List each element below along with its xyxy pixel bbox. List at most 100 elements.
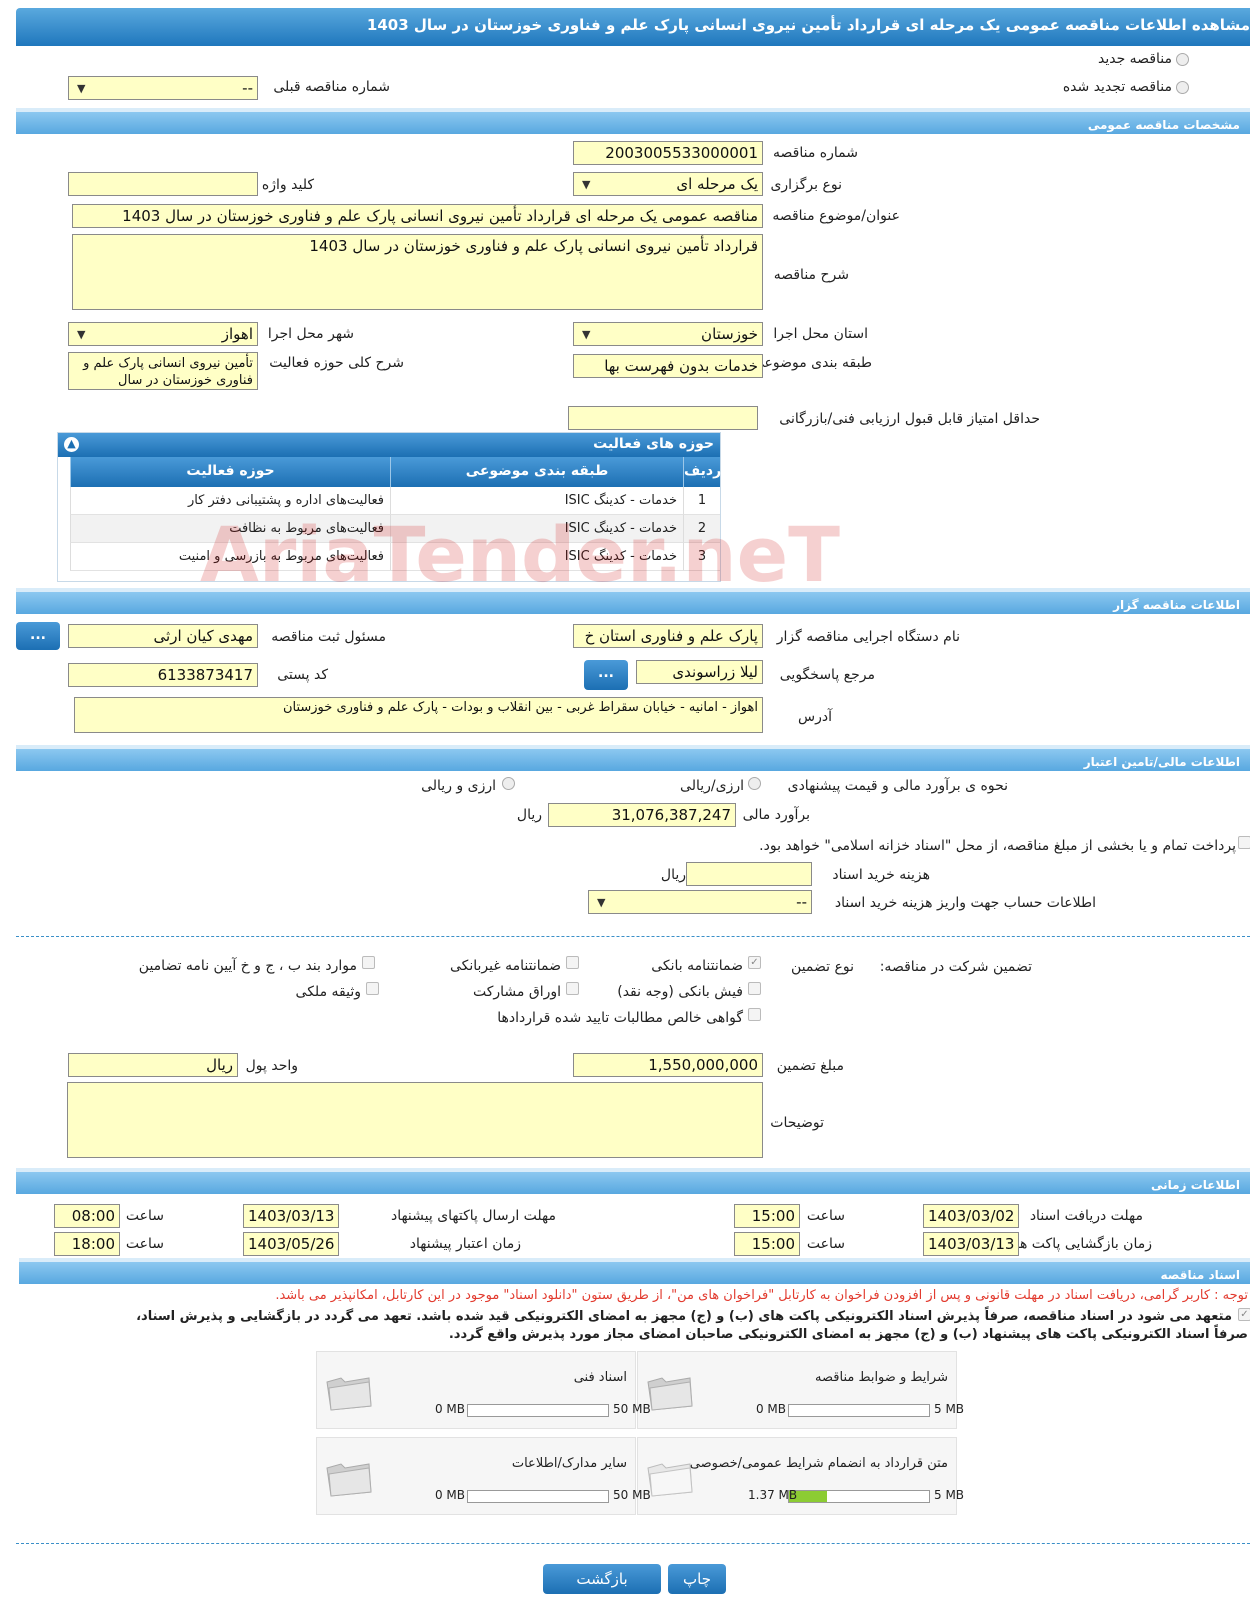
document-card[interactable]: متن قرارداد به انضمام شرایط عمومی/خصوصی … <box>637 1437 964 1515</box>
min-score-field[interactable] <box>568 406 758 430</box>
divider <box>16 1543 1250 1544</box>
postal-code-field[interactable]: 6133873417 <box>68 663 258 687</box>
clauses-checkbox[interactable] <box>362 956 375 969</box>
document-card[interactable]: سایر مدارک/اطلاعات 50 MB 0 MB <box>316 1437 651 1515</box>
nonbank-guarantee-checkbox[interactable] <box>566 956 579 969</box>
city-select[interactable]: اهواز ▼ <box>68 322 258 346</box>
contact-field[interactable]: لیلا زراسوندی <box>636 660 763 684</box>
address-label: آدرس <box>798 709 832 725</box>
province-select[interactable]: خوزستان ▼ <box>573 322 763 346</box>
property-checkbox[interactable] <box>366 982 379 995</box>
holding-type-select[interactable]: یک مرحله ای ▼ <box>573 172 763 196</box>
currency-unit-field[interactable]: ریال <box>68 1053 238 1077</box>
section-general: مشخصات مناقصه عمومی <box>16 108 1250 134</box>
document-progress-bar <box>788 1490 930 1503</box>
bank-guarantee-label: ضمانتنامه بانکی <box>651 958 743 974</box>
document-progress-bar <box>467 1490 609 1503</box>
print-button[interactable]: چاپ <box>668 1564 726 1594</box>
treasury-checkbox[interactable] <box>1238 836 1250 849</box>
currency-rial-radio[interactable] <box>748 777 761 790</box>
validity-label: زمان اعتبار پیشنهاد <box>409 1236 521 1252</box>
bonds-checkbox[interactable] <box>566 982 579 995</box>
page-title: مشاهده اطلاعات مناقصه عمومی یک مرحله ای … <box>16 8 1250 46</box>
receive-docs-date[interactable]: 1403/03/02 <box>923 1204 1019 1228</box>
registrar-field[interactable]: مهدی کیان ارثی <box>68 624 258 648</box>
document-progress-bar <box>788 1404 930 1417</box>
guarantee-type-label: نوع تضمین <box>791 959 854 975</box>
document-title: شرایط و ضوابط مناقصه <box>815 1370 948 1385</box>
folder-icon <box>326 1377 372 1411</box>
new-tender-label: مناقصه جدید <box>1097 51 1172 67</box>
holding-type-label: نوع برگزاری <box>770 177 842 193</box>
subject-field[interactable]: مناقصه عمومی یک مرحله ای قرارداد تأمین ن… <box>72 204 763 228</box>
tender-number-field[interactable]: 2003005533000001 <box>573 141 763 165</box>
document-progress-bar <box>467 1404 609 1417</box>
keyword-label: کلید واژه <box>261 177 314 193</box>
description-label: شرح مناقصه <box>773 267 849 283</box>
registrar-browse-button[interactable]: ... <box>16 622 60 650</box>
validity-time[interactable]: 18:00 <box>54 1232 120 1256</box>
contact-browse-button[interactable]: ... <box>584 660 628 690</box>
bank-guarantee-checkbox[interactable]: ✓ <box>748 956 761 969</box>
postal-code-label: کد پستی <box>277 667 328 683</box>
receive-docs-time[interactable]: 15:00 <box>734 1204 800 1228</box>
activity-desc-label: شرح کلی حوزه فعالیت <box>269 355 404 371</box>
keyword-field[interactable] <box>68 172 258 196</box>
category-label: طبقه بندی موضوعی <box>752 355 872 371</box>
document-card[interactable]: شرایط و ضوابط مناقصه 5 MB 0 MB <box>637 1351 964 1429</box>
doc-fee-label: هزینه خرید اسناد <box>832 867 930 883</box>
notes-field[interactable] <box>67 1082 763 1158</box>
commitment-text-2: صرفاً اسناد الکترونیکی پاکت های پیشنهاد … <box>448 1327 1248 1342</box>
collapse-icon[interactable]: ▲ <box>64 437 79 452</box>
renewed-tender-radio[interactable] <box>1176 81 1189 94</box>
org-name-field[interactable]: پارک علم و فناوری استان خ <box>573 624 763 648</box>
certificate-checkbox[interactable] <box>748 1008 761 1021</box>
activities-grid-title: حوزه های فعالیت ▲ <box>58 433 720 457</box>
document-max-size: 5 MB <box>934 1402 965 1416</box>
org-name-label: نام دستگاه اجرایی مناقصه گزار <box>776 629 960 645</box>
send-proposal-time[interactable]: 08:00 <box>54 1204 120 1228</box>
doc-fee-unit: ریال <box>660 867 686 883</box>
send-proposal-label: مهلت ارسال پاکتهای پیشنهاد <box>390 1208 556 1224</box>
account-info-select[interactable]: -- ▼ <box>588 890 812 914</box>
section-finance: اطلاعات مالی/تامین اعتبار <box>16 745 1250 771</box>
contact-label: مرجع پاسخگویی <box>779 667 875 683</box>
send-proposal-date[interactable]: 1403/03/13 <box>243 1204 339 1228</box>
folder-icon <box>647 1463 693 1497</box>
category-field[interactable]: خدمات بدون فهرست بها <box>573 354 763 378</box>
activity-desc-field[interactable]: تأمین نیروی انسانی پارک علم و فناوری خوز… <box>68 352 258 390</box>
receive-docs-label: مهلت دریافت اسناد <box>1029 1208 1143 1224</box>
back-button[interactable]: بازگشت <box>543 1564 661 1594</box>
estimate-field[interactable]: 31,076,387,247 <box>548 803 736 827</box>
document-used-size: 1.37 MB <box>748 1488 798 1502</box>
description-field[interactable]: قرارداد تأمین نیروی انسانی پارک علم و فن… <box>72 234 763 310</box>
estimate-label: برآورد مالی <box>742 807 810 823</box>
section-documents: اسناد مناقصه <box>19 1258 1250 1284</box>
certificate-label: گواهی خالص مطالبات تایید شده قراردادها <box>497 1010 743 1026</box>
doc-fee-field[interactable] <box>686 862 812 886</box>
opening-time[interactable]: 15:00 <box>734 1232 800 1256</box>
notes-label: توضیحات <box>770 1115 824 1131</box>
address-field[interactable]: اهواز - امانیه - خیابان سقراط غربی - بین… <box>74 697 763 733</box>
previous-number-select[interactable]: -- ▼ <box>68 76 258 100</box>
document-max-size: 50 MB <box>613 1488 651 1502</box>
folder-icon <box>326 1463 372 1497</box>
document-card[interactable]: اسناد فنی 50 MB 0 MB <box>316 1351 651 1429</box>
new-tender-radio[interactable] <box>1176 53 1189 66</box>
previous-number-label: شماره مناقصه قبلی <box>273 79 390 95</box>
min-score-label: حداقل امتیاز قابل قبول ارزیابی فنی/بازرگ… <box>779 411 1040 427</box>
opening-date[interactable]: 1403/03/13 <box>923 1232 1019 1256</box>
renewed-tender-label: مناقصه تجدید شده <box>1062 79 1172 95</box>
guarantee-amount-field[interactable]: 1,550,000,000 <box>573 1053 763 1077</box>
validity-date[interactable]: 1403/05/26 <box>243 1232 339 1256</box>
commitment-checkbox[interactable]: ✓ <box>1238 1308 1250 1321</box>
document-title: سایر مدارک/اطلاعات <box>511 1456 627 1471</box>
chevron-down-icon: ▼ <box>582 328 591 341</box>
cash-checkbox[interactable] <box>748 982 761 995</box>
divider <box>16 936 1250 937</box>
section-organizer: اطلاعات مناقصه گزار <box>16 588 1250 614</box>
grid-header-row-number: ردیف <box>683 457 721 487</box>
currency-and-rial-radio[interactable] <box>502 777 515 790</box>
bonds-label: اوراق مشارکت <box>472 984 561 1000</box>
currency-unit-label: واحد پول <box>245 1058 298 1074</box>
